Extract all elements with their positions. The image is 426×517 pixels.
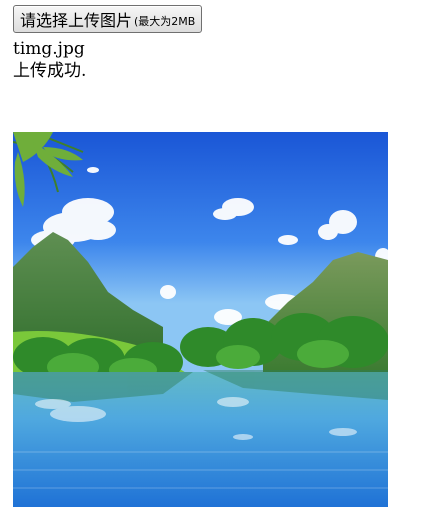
choose-image-label: 请选择上传图片: [20, 11, 133, 30]
uploaded-image-preview: [13, 132, 388, 507]
max-size-note: (最大为2MB: [134, 15, 196, 28]
upload-status-text: 上传成功.: [13, 61, 87, 81]
choose-image-button[interactable]: 请选择上传图片 (最大为2MB: [13, 5, 203, 33]
upload-page: 请选择上传图片 (最大为2MB timg.jpg 上传成功.: [0, 0, 426, 517]
uploaded-file-name: timg.jpg: [13, 39, 85, 59]
landscape-image: [13, 132, 388, 507]
